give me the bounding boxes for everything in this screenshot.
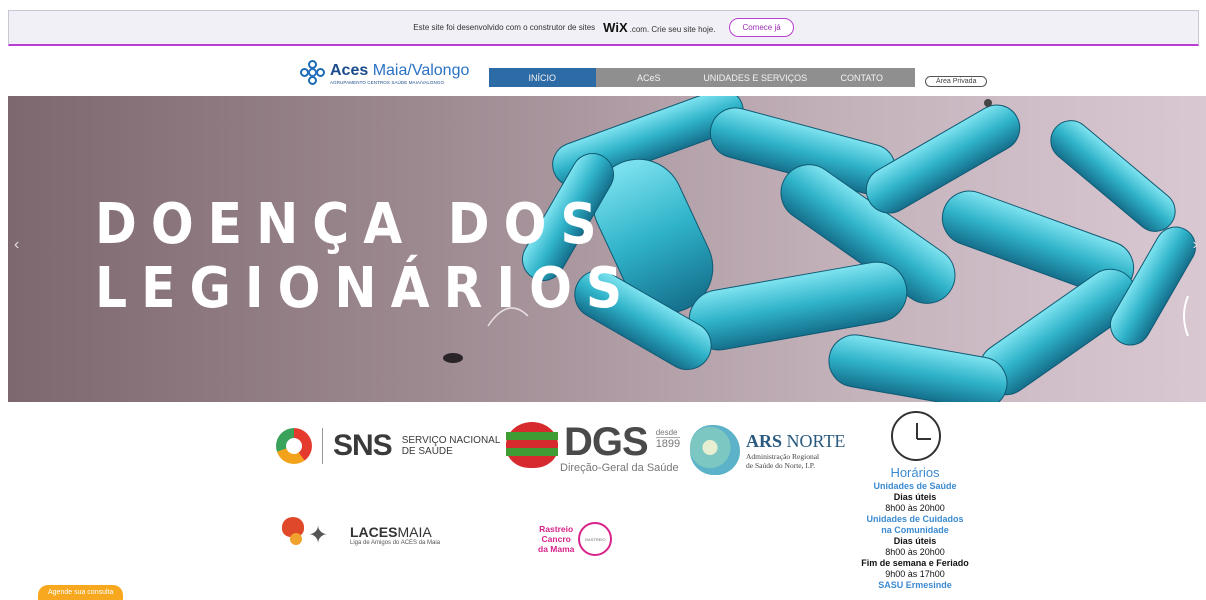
- clock-icon: [891, 411, 941, 461]
- wix-logo: WiX: [603, 20, 628, 35]
- hero-title-line1: DOENÇA DOS: [95, 192, 611, 257]
- logo-subtitle: AGRUPAMENTO CENTROS SAÚDE MAIA/VALONGO: [330, 79, 445, 85]
- wix-banner: Este site foi desenvolvido com o constru…: [8, 10, 1199, 46]
- divider: [322, 428, 323, 464]
- nav-contato[interactable]: CONTATO: [809, 68, 916, 87]
- page: Este site foi desenvolvido com o constru…: [0, 0, 1206, 600]
- ars-title: ARS NORTE: [746, 430, 846, 451]
- wix-brand-suffix: .com. Crie seu site hoje.: [629, 25, 716, 34]
- horarios-s2-days: Dias úteis: [893, 536, 937, 546]
- logo-title: Aces Maia/Valongo: [330, 61, 470, 79]
- sns-short: SNS: [333, 429, 393, 462]
- horarios-panel: Horários Unidades de Saúde Dias úteis 8h…: [840, 465, 990, 591]
- slide-prev-icon[interactable]: ‹: [14, 236, 19, 254]
- nav-aces[interactable]: ACeS: [596, 68, 703, 87]
- dgs-year: 1899: [655, 437, 681, 450]
- laces-heart-icon: ✦: [282, 515, 342, 555]
- nav-unidades-servicos[interactable]: UNIDADES E SERVIÇOS: [702, 68, 809, 87]
- site-header: Aces Maia/Valongo AGRUPAMENTO CENTROS SA…: [300, 60, 1020, 96]
- sns-line2: DE SAÚDE: [401, 446, 453, 457]
- sns-logo[interactable]: SNS SERVIÇO NACIONAL DE SAÚDE: [276, 428, 500, 464]
- ars-mark-icon: [690, 425, 740, 475]
- dgs-short: DGS: [564, 420, 649, 464]
- agende-consulta-button[interactable]: Agende sua consulta: [38, 585, 124, 600]
- dgs-heart-icon: [506, 422, 558, 468]
- dgs-desde: desde: [655, 428, 678, 437]
- hero-title-line2: LEGIONÁRIOS: [95, 256, 637, 321]
- sns-circle-icon: [276, 428, 312, 464]
- horarios-title: Horários: [890, 465, 940, 480]
- horarios-s1-days: Dias úteis: [893, 492, 937, 502]
- horarios-section3[interactable]: SASU Ermesinde: [840, 580, 990, 591]
- horarios-s2-weekend-hours: 9h00 às 17h00: [885, 569, 945, 579]
- main-nav: INÍCIO ACeS UNIDADES E SERVIÇOS CONTATO: [489, 68, 915, 87]
- laces-maia-logo[interactable]: ✦ LACESMAIA Liga de Amigos do ACES da Ma…: [282, 515, 440, 555]
- slide-next-icon[interactable]: ›: [1193, 236, 1198, 254]
- horarios-section2-line2[interactable]: na Comunidade: [840, 525, 990, 536]
- horarios-s2-hours: 8h00 às 20h00: [885, 547, 945, 557]
- sns-line1: SERVIÇO NACIONAL: [401, 435, 501, 446]
- dgs-since: desde 1899: [655, 428, 681, 450]
- laces-title: LACESMAIA: [350, 524, 432, 540]
- area-privada-button[interactable]: Área Privada: [925, 76, 988, 87]
- logo-text: Aces Maia/Valongo AGRUPAMENTO CENTROS SA…: [330, 62, 469, 85]
- horarios-s2-weekend: Fim de semana e Feriado: [861, 558, 969, 568]
- laces-sub: Liga de Amigos do ACES da Maia: [350, 540, 441, 546]
- wix-banner-text: Este site foi desenvolvido com o constru…: [413, 23, 596, 32]
- ars-sub1: Administração Regional: [746, 451, 820, 461]
- horarios-section2-line1[interactable]: Unidades de Cuidados: [840, 514, 990, 525]
- dgs-name: Direção-Geral da Saúde: [560, 462, 679, 474]
- hero-title: DOENÇA DOS LEGIONÁRIOS: [95, 193, 636, 321]
- nav-inicio[interactable]: INÍCIO: [489, 68, 596, 87]
- hero-slideshow: DOENÇA DOS LEGIONÁRIOS ‹ ›: [8, 96, 1206, 402]
- rastreio-ring-icon: RASTREIO: [578, 522, 613, 556]
- comece-ja-button[interactable]: Comece já: [729, 18, 794, 37]
- horarios-section1[interactable]: Unidades de Saúde: [840, 481, 990, 492]
- ars-sub2: de Saúde do Norte, I.P.: [746, 460, 815, 470]
- rastreio-cancro-mama-logo[interactable]: Rastreio Cancro da Mama RASTREIO: [538, 522, 613, 556]
- ars-norte-logo[interactable]: ARS NORTE Administração Regional de Saúd…: [690, 422, 850, 478]
- horarios-s1-hours: 8h00 às 20h00: [885, 503, 945, 513]
- rastreio-text: Rastreio Cancro da Mama: [538, 524, 575, 554]
- logo-cross-icon: [300, 60, 326, 86]
- wix-brand: WiX .com. Crie seu site hoje.: [603, 20, 715, 35]
- site-logo[interactable]: Aces Maia/Valongo AGRUPAMENTO CENTROS SA…: [300, 60, 469, 86]
- dgs-logo[interactable]: DGS desde 1899 Direção-Geral da Saúde: [506, 420, 681, 474]
